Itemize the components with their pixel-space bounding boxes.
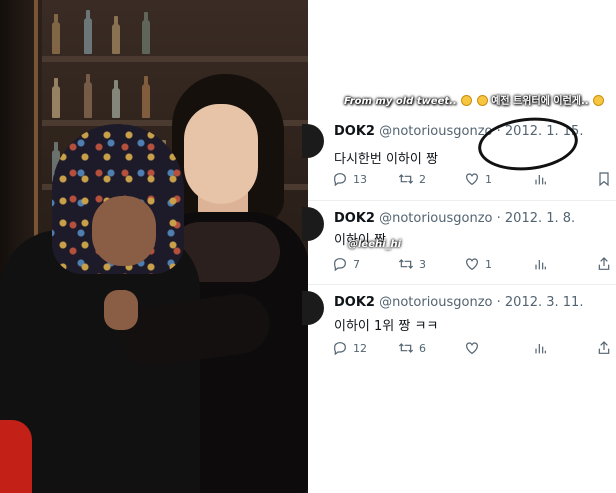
woman-face — [184, 104, 258, 204]
avatar[interactable] — [302, 291, 324, 325]
bottle — [142, 76, 150, 118]
grinning-sweat-emoji-icon — [461, 95, 473, 106]
retweet-count: 3 — [419, 257, 426, 271]
bar-shelf — [38, 56, 308, 62]
display-name[interactable]: DOK2 — [334, 124, 375, 139]
retweet-button[interactable]: 6 — [398, 339, 426, 357]
like-count: 1 — [485, 172, 492, 186]
laughing-emoji-icon — [476, 95, 488, 106]
retweet-count: 2 — [419, 172, 426, 186]
avatar[interactable] — [302, 124, 324, 158]
views-button[interactable] — [532, 339, 548, 357]
retweet-icon — [398, 343, 414, 353]
tweet-screenshot-panel: From my old tweet.. 예전 트위터에 이런게.. DOK2 @… — [302, 0, 616, 493]
views-chart-icon — [535, 260, 546, 270]
caption-korean: 예전 트위터에 이런게.. — [491, 96, 589, 107]
tweet-text: 다시한번 이하이 짱 — [334, 152, 438, 167]
tweet-text: 이하이 1위 짱 ㅋㅋ — [334, 319, 439, 334]
handle[interactable]: @notoriousgonzo — [379, 124, 492, 139]
tweet-actions: 12 6 — [332, 339, 616, 359]
tweet-actions: 13 2 1 — [332, 170, 616, 190]
like-count: 1 — [485, 257, 492, 271]
share-icon — [598, 257, 610, 270]
avatar[interactable] — [302, 207, 324, 241]
tweet-actions: 7 3 1 — [332, 255, 616, 275]
bottle — [112, 80, 120, 118]
share-icon — [598, 341, 610, 354]
reply-button[interactable]: 13 — [332, 170, 367, 188]
retweet-icon — [398, 174, 414, 184]
shocked-emoji-icon — [593, 95, 605, 106]
mention-tag[interactable]: @leehi_hi — [348, 239, 401, 250]
bottle — [84, 74, 92, 118]
display-name[interactable]: DOK2 — [334, 211, 375, 226]
tweet-date[interactable]: · 2012. 3. 11. — [497, 295, 584, 310]
tweet[interactable]: DOK2 @notoriousgonzo · 2012. 1. 8. 이하이 짱… — [302, 200, 616, 284]
retweet-button[interactable]: 3 — [398, 255, 426, 273]
bottle — [84, 10, 92, 54]
bookmark-icon — [599, 172, 609, 187]
like-button[interactable] — [464, 339, 485, 357]
tweet-header: DOK2 @notoriousgonzo · 2012. 1. 8. — [334, 211, 575, 226]
reply-icon — [334, 342, 346, 356]
retweet-button[interactable]: 2 — [398, 170, 426, 188]
heart-icon — [466, 258, 478, 271]
tweet-header: DOK2 @notoriousgonzo · 2012. 3. 11. — [334, 295, 583, 310]
reply-count: 13 — [353, 172, 367, 186]
retweet-icon — [398, 259, 414, 269]
story-caption: From my old tweet.. 예전 트위터에 이런게.. — [344, 92, 616, 110]
share-button[interactable] — [596, 255, 612, 273]
caption-english: From my old tweet.. — [344, 96, 457, 107]
handle[interactable]: @notoriousgonzo — [379, 211, 492, 226]
views-chart-icon — [535, 175, 546, 185]
share-button[interactable] — [596, 339, 612, 357]
man-face — [92, 196, 156, 266]
photo-panel — [0, 0, 308, 493]
views-chart-icon — [535, 344, 546, 354]
handle[interactable]: @notoriousgonzo — [379, 295, 492, 310]
reply-icon — [334, 173, 346, 187]
display-name[interactable]: DOK2 — [334, 295, 375, 310]
man-hand — [104, 290, 138, 330]
red-object — [0, 420, 32, 493]
bookmark-button[interactable] — [596, 170, 612, 188]
reply-button[interactable]: 12 — [332, 339, 367, 357]
views-button[interactable] — [532, 170, 548, 188]
bottle — [52, 14, 60, 54]
bottle — [112, 16, 120, 54]
views-button[interactable] — [532, 255, 548, 273]
heart-icon — [466, 173, 478, 186]
tweet[interactable]: DOK2 @notoriousgonzo · 2012. 3. 11. 이하이 … — [302, 284, 616, 368]
reply-count: 12 — [353, 341, 367, 355]
heart-icon — [466, 342, 478, 355]
reply-icon — [334, 258, 346, 272]
reply-count: 7 — [353, 257, 360, 271]
reply-button[interactable]: 7 — [332, 255, 360, 273]
tweet-date[interactable]: · 2012. 1. 8. — [497, 211, 576, 226]
retweet-count: 6 — [419, 341, 426, 355]
like-button[interactable]: 1 — [464, 255, 492, 273]
bottle — [142, 12, 150, 54]
like-button[interactable]: 1 — [464, 170, 492, 188]
bottle — [52, 78, 60, 118]
